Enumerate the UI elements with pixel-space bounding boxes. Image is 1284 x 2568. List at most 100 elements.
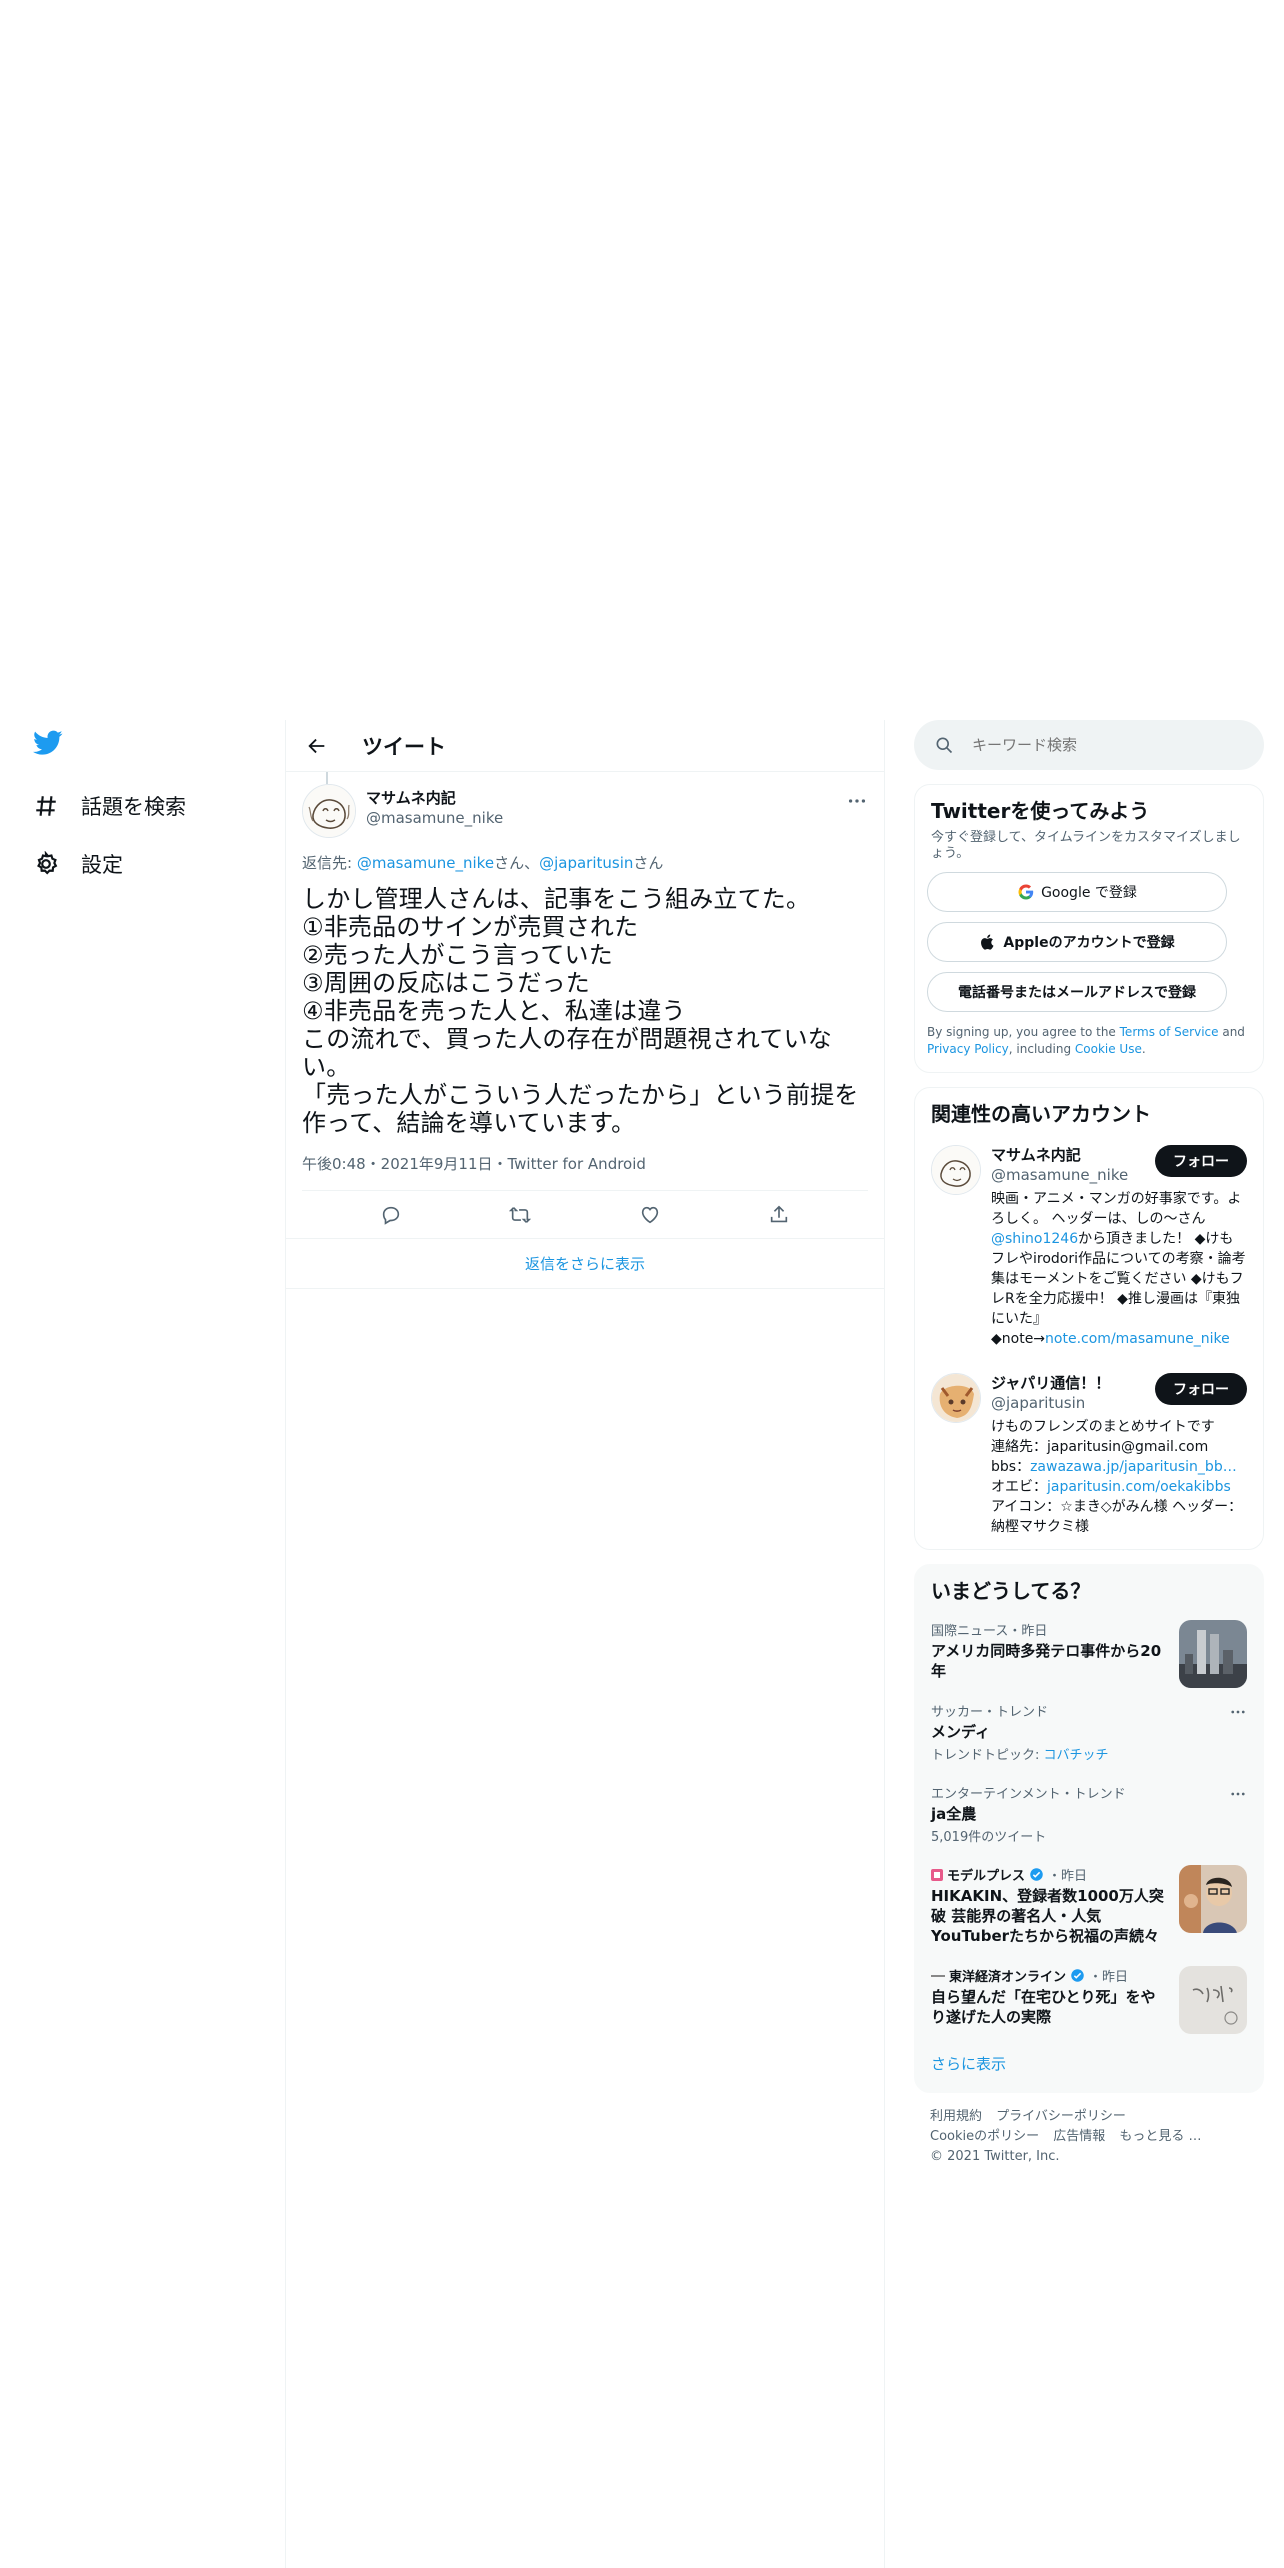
signup-subtitle: 今すぐ登録して、タイムラインをカスタマイズしましょう。	[931, 830, 1241, 861]
trend-item[interactable]: 東洋経済オンライン ・昨日 自ら望んだ「在宅ひとり死」をやり遂げた人の実際	[915, 1956, 1263, 2037]
google-signup-label: Google で登録	[1041, 885, 1137, 901]
account-item[interactable]: ジャパリ通信！！ @japaritusin フォロー けものフレンズのまとめサイ…	[915, 1361, 1263, 1549]
apple-signup-label: Appleのアカウントで登録	[1003, 935, 1175, 951]
footer-copyright: © 2021 Twitter, Inc.	[930, 2149, 1060, 2164]
bio-link[interactable]: japaritusin.com/oekakibbs	[1047, 1479, 1231, 1495]
trend-meta: 東洋経済オンライン ・昨日	[931, 1966, 1167, 1985]
phone-email-signup-button[interactable]: 電話番号またはメールアドレスで登録	[927, 972, 1227, 1012]
signup-card: Twitterを使ってみよう 今すぐ登録して、タイムラインをカスタマイズしましょ…	[914, 784, 1264, 1073]
replying-suffix: さん	[633, 854, 664, 872]
avatar[interactable]	[931, 1145, 981, 1195]
bio-text: オエビ：	[991, 1479, 1047, 1495]
more-options-icon[interactable]	[1229, 1703, 1247, 1721]
trend-title: アメリカ同時多発テロ事件から20年	[931, 1642, 1162, 1680]
replying-to: 返信先: @masamune_nikeさん、@japaritusinさん	[302, 852, 868, 873]
trend-title: ja全農	[931, 1805, 977, 1823]
account-name: マサムネ内記	[991, 1146, 1081, 1164]
trend-topic-link[interactable]: コバチッチ	[1044, 1748, 1109, 1763]
account-bio: 映画・アニメ・マンガの好事家です。よろしく。 ヘッダーは、しの〜さん @shino…	[991, 1189, 1247, 1349]
tweet-actions	[286, 1191, 884, 1239]
show-more-replies[interactable]: 返信をさらに表示	[286, 1239, 884, 1289]
terms-text: By signing up, you agree to the	[927, 1025, 1120, 1039]
nav-explore-label: 話題を検索	[81, 795, 186, 819]
trend-meta: モデルプレス ・昨日	[931, 1865, 1167, 1884]
source-logo-icon	[931, 1974, 945, 1977]
footer-privacy-link[interactable]: プライバシーポリシー	[996, 2109, 1126, 2124]
search-icon	[936, 737, 953, 754]
twitter-logo-icon[interactable]	[33, 730, 63, 756]
related-accounts-card: 関連性の高いアカウント マサムネ内記 @masamune_nike フォロー 映…	[914, 1087, 1264, 1550]
retweet-icon[interactable]	[509, 1204, 532, 1226]
account-handle: @masamune_nike	[991, 1166, 1129, 1184]
tweet-header: マサムネ内記 @masamune_nike	[302, 784, 868, 838]
share-icon[interactable]	[768, 1204, 790, 1226]
bio-link[interactable]: zawazawa.jp/japaritusin_bb…	[1030, 1459, 1237, 1475]
trend-title: 自ら望んだ「在宅ひとり死」をやり遂げた人の実際	[931, 1988, 1156, 2026]
google-signup-button[interactable]: Google で登録	[927, 872, 1227, 912]
bio-link[interactable]: note.com/masamune_nike	[1045, 1331, 1230, 1347]
bio-link[interactable]: @shino1246	[991, 1231, 1078, 1247]
reply-icon[interactable]	[380, 1204, 402, 1226]
account-name: ジャパリ通信！！	[991, 1374, 1111, 1392]
verified-badge-icon	[1071, 1969, 1084, 1982]
tweet-timestamp[interactable]: 午後0:48・2021年9月11日・Twitter for Android	[302, 1153, 868, 1191]
hashtag-icon	[36, 796, 56, 816]
trends-card: いまどうしてる？ 国際ニュース・昨日 アメリカ同時多発テロ事件から20年 サッカ…	[914, 1564, 1264, 2093]
tweet-text: しかし管理人さんは、記事をこう組み立てた。 ①非売品のサインが売買された ②売っ…	[302, 885, 859, 1137]
replying-suffix: さん、	[494, 854, 540, 872]
column-divider	[884, 720, 885, 2568]
terms-text: .	[1141, 1042, 1146, 1056]
page-title: ツイート	[362, 734, 446, 759]
follow-button[interactable]: フォロー	[1155, 1373, 1247, 1405]
trend-meta: サッカー・トレンド	[931, 1705, 1049, 1720]
right-sidebar: Twitterを使ってみよう 今すぐ登録して、タイムラインをカスタマイズしましょ…	[914, 720, 1264, 2181]
trend-item[interactable]: 国際ニュース・昨日 アメリカ同時多発テロ事件から20年	[915, 1610, 1263, 1691]
gear-icon	[37, 851, 58, 875]
trend-thumbnail	[1179, 1620, 1247, 1688]
related-title: 関連性の高いアカウント	[931, 1102, 1151, 1126]
bio-text: アイコン：☆まき◇がみん様 ヘッダー：納樫マサクミ様	[991, 1499, 1243, 1535]
mention-link[interactable]: @japaritusin	[539, 854, 633, 872]
terms-link[interactable]: Terms of Service	[1120, 1025, 1219, 1039]
verified-badge-icon	[1030, 1868, 1043, 1881]
trend-meta: 国際ニュース・昨日	[931, 1624, 1048, 1639]
signup-title: Twitterを使ってみよう	[931, 799, 1150, 823]
more-options-icon[interactable]	[1229, 1785, 1247, 1803]
footer-more-link[interactable]: もっと見る …	[1119, 2129, 1201, 2144]
trend-item[interactable]: サッカー・トレンド メンディ トレンドトピック: コバチッチ	[915, 1691, 1263, 1773]
more-options-icon[interactable]	[846, 790, 868, 812]
avatar[interactable]	[302, 784, 356, 838]
trend-source: モデルプレス	[947, 1869, 1026, 1884]
like-icon[interactable]	[639, 1204, 661, 1226]
terms-text: and	[1218, 1025, 1245, 1039]
trend-item[interactable]: モデルプレス ・昨日 HIKAKIN、登録者数1000万人突破 芸能界の著名人・…	[915, 1855, 1263, 1956]
privacy-link[interactable]: Privacy Policy	[927, 1042, 1009, 1056]
nav-settings[interactable]: 設定	[33, 844, 123, 884]
trend-sub-prefix: トレンドトピック:	[931, 1748, 1044, 1763]
apple-signup-button[interactable]: Appleのアカウントで登録	[927, 922, 1227, 962]
nav-explore[interactable]: 話題を検索	[33, 786, 186, 826]
trend-item[interactable]: エンターテインメント・トレンド ja全農 5,019件のツイート	[915, 1773, 1263, 1855]
mention-link[interactable]: @masamune_nike	[357, 854, 494, 872]
terms-text: , including	[1008, 1042, 1075, 1056]
cookie-link[interactable]: Cookie Use	[1075, 1042, 1142, 1056]
footer-terms-link[interactable]: 利用規約	[930, 2109, 982, 2124]
search-input[interactable]	[972, 736, 1232, 754]
show-more-trends[interactable]: さらに表示	[915, 2037, 1263, 2092]
account-item[interactable]: マサムネ内記 @masamune_nike フォロー 映画・アニメ・マンガの好事…	[915, 1133, 1263, 1361]
trend-source: 東洋経済オンライン	[949, 1970, 1067, 1985]
back-arrow-icon[interactable]	[306, 735, 328, 757]
apple-icon	[981, 934, 994, 950]
phone-signup-label: 電話番号またはメールアドレスで登録	[958, 985, 1196, 1001]
trend-title: HIKAKIN、登録者数1000万人突破 芸能界の著名人・人気YouTuberた…	[931, 1887, 1164, 1945]
trend-time: ・昨日	[1089, 1970, 1129, 1985]
trend-tweet-count: 5,019件のツイート	[931, 1830, 1047, 1845]
avatar[interactable]	[931, 1373, 981, 1423]
footer-ads-link[interactable]: 広告情報	[1053, 2129, 1105, 2144]
search-bar[interactable]	[914, 720, 1264, 770]
follow-button[interactable]: フォロー	[1155, 1145, 1247, 1177]
tweet-author[interactable]: マサムネ内記 @masamune_nike	[366, 788, 503, 828]
footer-cookie-link[interactable]: Cookieのポリシー	[930, 2129, 1039, 2144]
tweet: マサムネ内記 @masamune_nike 返信先: @masamune_nik…	[286, 772, 884, 1289]
footer: 利用規約 プライバシーポリシー Cookieのポリシー 広告情報 もっと見る ……	[914, 2093, 1264, 2181]
